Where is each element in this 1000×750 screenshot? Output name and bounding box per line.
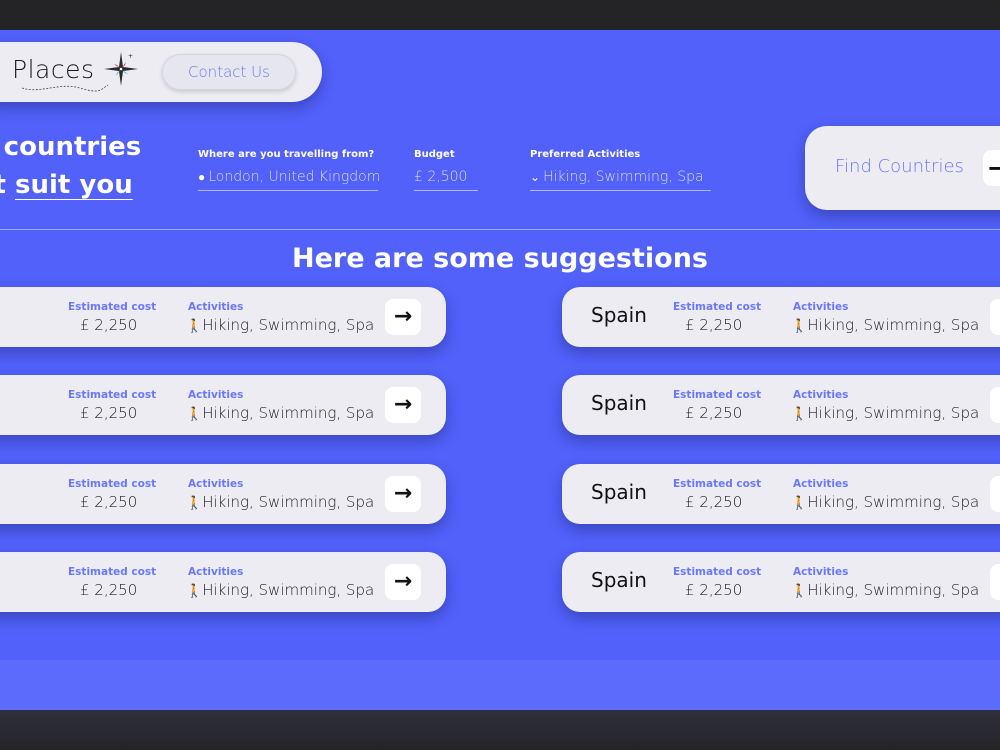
card-activities-text: Hiking, Swimming, Spa — [202, 581, 375, 599]
contact-us-button[interactable]: Contact Us — [162, 54, 296, 90]
app-stage: Places + Contact Us d countries at suit … — [0, 30, 1000, 710]
card-activities-text: Hiking, Swimming, Spa — [807, 581, 980, 599]
card-activities-text: Hiking, Swimming, Spa — [807, 493, 980, 511]
window-bottom-bar — [0, 710, 1000, 750]
card-activities: 🚶Hiking, Swimming, Spa — [791, 581, 979, 599]
hiking-person-icon: 🚶 — [186, 496, 203, 511]
hiking-person-icon: 🚶 — [186, 407, 203, 422]
hiking-person-icon: 🚶 — [186, 319, 203, 334]
suggestion-card[interactable]: Spain Estimated cost £ 2,250 Activities 🚶Hik… — [562, 552, 1000, 612]
hiking-person-icon: 🚶 — [791, 407, 808, 422]
card-country: Spain — [591, 480, 647, 504]
nav-bar: Places + Contact Us — [0, 42, 322, 102]
card-cost: £ 2,250 — [80, 581, 138, 599]
suggestions-title: Here are some suggestions — [292, 243, 708, 274]
from-field[interactable]: ● London, United Kingdom — [198, 164, 381, 191]
hero-line-2a: at — [0, 170, 15, 200]
activities-label: Preferred Activities — [530, 149, 641, 160]
card-activities: 🚶Hiking, Swimming, Spa — [186, 316, 374, 334]
arrow-right-icon: → — [983, 150, 1000, 186]
card-activities: 🚶Hiking, Swimming, Spa — [186, 493, 374, 511]
card-activities-label: Activities — [188, 566, 244, 578]
arrow-right-icon[interactable]: → — [990, 387, 1000, 423]
card-activities: 🚶Hiking, Swimming, Spa — [791, 404, 979, 422]
arrow-right-icon[interactable]: → — [990, 299, 1000, 335]
card-country: Spain — [591, 303, 647, 327]
hiking-person-icon: 🚶 — [791, 496, 808, 511]
card-activities: 🚶Hiking, Swimming, Spa — [791, 316, 979, 334]
card-cost: £ 2,250 — [685, 581, 743, 599]
svg-text:+: + — [128, 53, 133, 60]
card-cost-label: Estimated cost — [68, 566, 157, 578]
suggestion-card[interactable]: painEstimated cost£ 2,250Activities🚶Hiki… — [0, 552, 446, 612]
suggestion-card[interactable]: Spain Estimated cost £ 2,250 Activities 🚶Hik… — [562, 287, 1000, 347]
hiking-person-icon: 🚶 — [791, 584, 808, 599]
arrow-right-icon[interactable]: → — [385, 564, 421, 600]
arrow-right-icon[interactable]: → — [385, 299, 421, 335]
card-cost-label: Estimated cost — [673, 389, 762, 401]
hiking-person-icon: 🚶 — [186, 584, 203, 599]
card-activities-label: Activities — [793, 301, 849, 313]
card-cost: £ 2,250 — [80, 493, 138, 511]
card-cost-label: Estimated cost — [673, 566, 762, 578]
arrow-right-icon[interactable]: → — [990, 476, 1000, 512]
arrow-right-icon[interactable]: → — [990, 564, 1000, 600]
card-activities-label: Activities — [793, 566, 849, 578]
brand-logo-text: Places — [12, 55, 95, 84]
card-activities-text: Hiking, Swimming, Spa — [202, 404, 375, 422]
activities-select[interactable]: ⌄ Hiking, Swimming, Spa — [530, 164, 711, 191]
card-cost-label: Estimated cost — [68, 301, 157, 313]
card-activities: 🚶Hiking, Swimming, Spa — [791, 493, 979, 511]
card-activities-label: Activities — [793, 478, 849, 490]
hero-line-1: d countries — [0, 132, 142, 162]
chevron-down-icon: ⌄ — [530, 170, 541, 184]
suggestion-card[interactable]: painEstimated cost£ 2,250Activities🚶Hiki… — [0, 464, 446, 524]
card-cost-label: Estimated cost — [673, 478, 762, 490]
card-activities-label: Activities — [793, 389, 849, 401]
card-activities-text: Hiking, Swimming, Spa — [807, 316, 980, 334]
card-cost: £ 2,250 — [685, 493, 743, 511]
arrow-right-icon[interactable]: → — [385, 476, 421, 512]
activities-value: Hiking, Swimming, Spa — [543, 169, 704, 185]
card-activities-label: Activities — [188, 301, 244, 313]
card-cost-label: Estimated cost — [68, 389, 157, 401]
hiking-person-icon: 🚶 — [791, 319, 808, 334]
suggestion-card[interactable]: painEstimated cost£ 2,250Activities🚶Hiki… — [0, 375, 446, 435]
card-activities-text: Hiking, Swimming, Spa — [202, 316, 375, 334]
card-cost-label: Estimated cost — [673, 301, 762, 313]
card-cost: £ 2,250 — [685, 404, 743, 422]
card-cost-label: Estimated cost — [68, 478, 157, 490]
logo-swoosh-icon — [21, 84, 109, 92]
card-cost: £ 2,250 — [80, 404, 138, 422]
card-activities-text: Hiking, Swimming, Spa — [202, 493, 375, 511]
card-cost: £ 2,250 — [685, 316, 743, 334]
card-activities: 🚶Hiking, Swimming, Spa — [186, 581, 374, 599]
card-cost: £ 2,250 — [80, 316, 138, 334]
card-activities: 🚶Hiking, Swimming, Spa — [186, 404, 374, 422]
card-activities-label: Activities — [188, 389, 244, 401]
card-activities-label: Activities — [188, 478, 244, 490]
divider — [0, 229, 1000, 230]
from-label: Where are you travelling from? — [198, 149, 375, 160]
window-top-bar — [0, 0, 1000, 30]
hero-line-2b: suit you — [15, 170, 133, 200]
hero-heading: d countries at suit you — [0, 128, 141, 204]
budget-label: Budget — [414, 149, 455, 160]
stage-footer — [0, 660, 1000, 710]
compass-rose-icon: + — [104, 52, 138, 86]
from-value: London, United Kingdom — [208, 169, 381, 185]
card-country: Spain — [591, 568, 647, 592]
arrow-right-icon[interactable]: → — [385, 387, 421, 423]
budget-field[interactable]: £ 2,500 — [414, 164, 478, 191]
suggestion-card[interactable]: Spain Estimated cost £ 2,250 Activities 🚶Hik… — [562, 464, 1000, 524]
card-country: Spain — [591, 391, 647, 415]
suggestion-card[interactable]: Spain Estimated cost £ 2,250 Activities 🚶Hik… — [562, 375, 1000, 435]
find-countries-label: Find Countries — [835, 156, 964, 177]
find-countries-button[interactable]: Find Countries → — [805, 126, 1000, 210]
map-pin-icon: ● — [198, 170, 206, 184]
card-activities-text: Hiking, Swimming, Spa — [807, 404, 980, 422]
suggestion-card[interactable]: painEstimated cost£ 2,250Activities🚶Hiki… — [0, 287, 446, 347]
